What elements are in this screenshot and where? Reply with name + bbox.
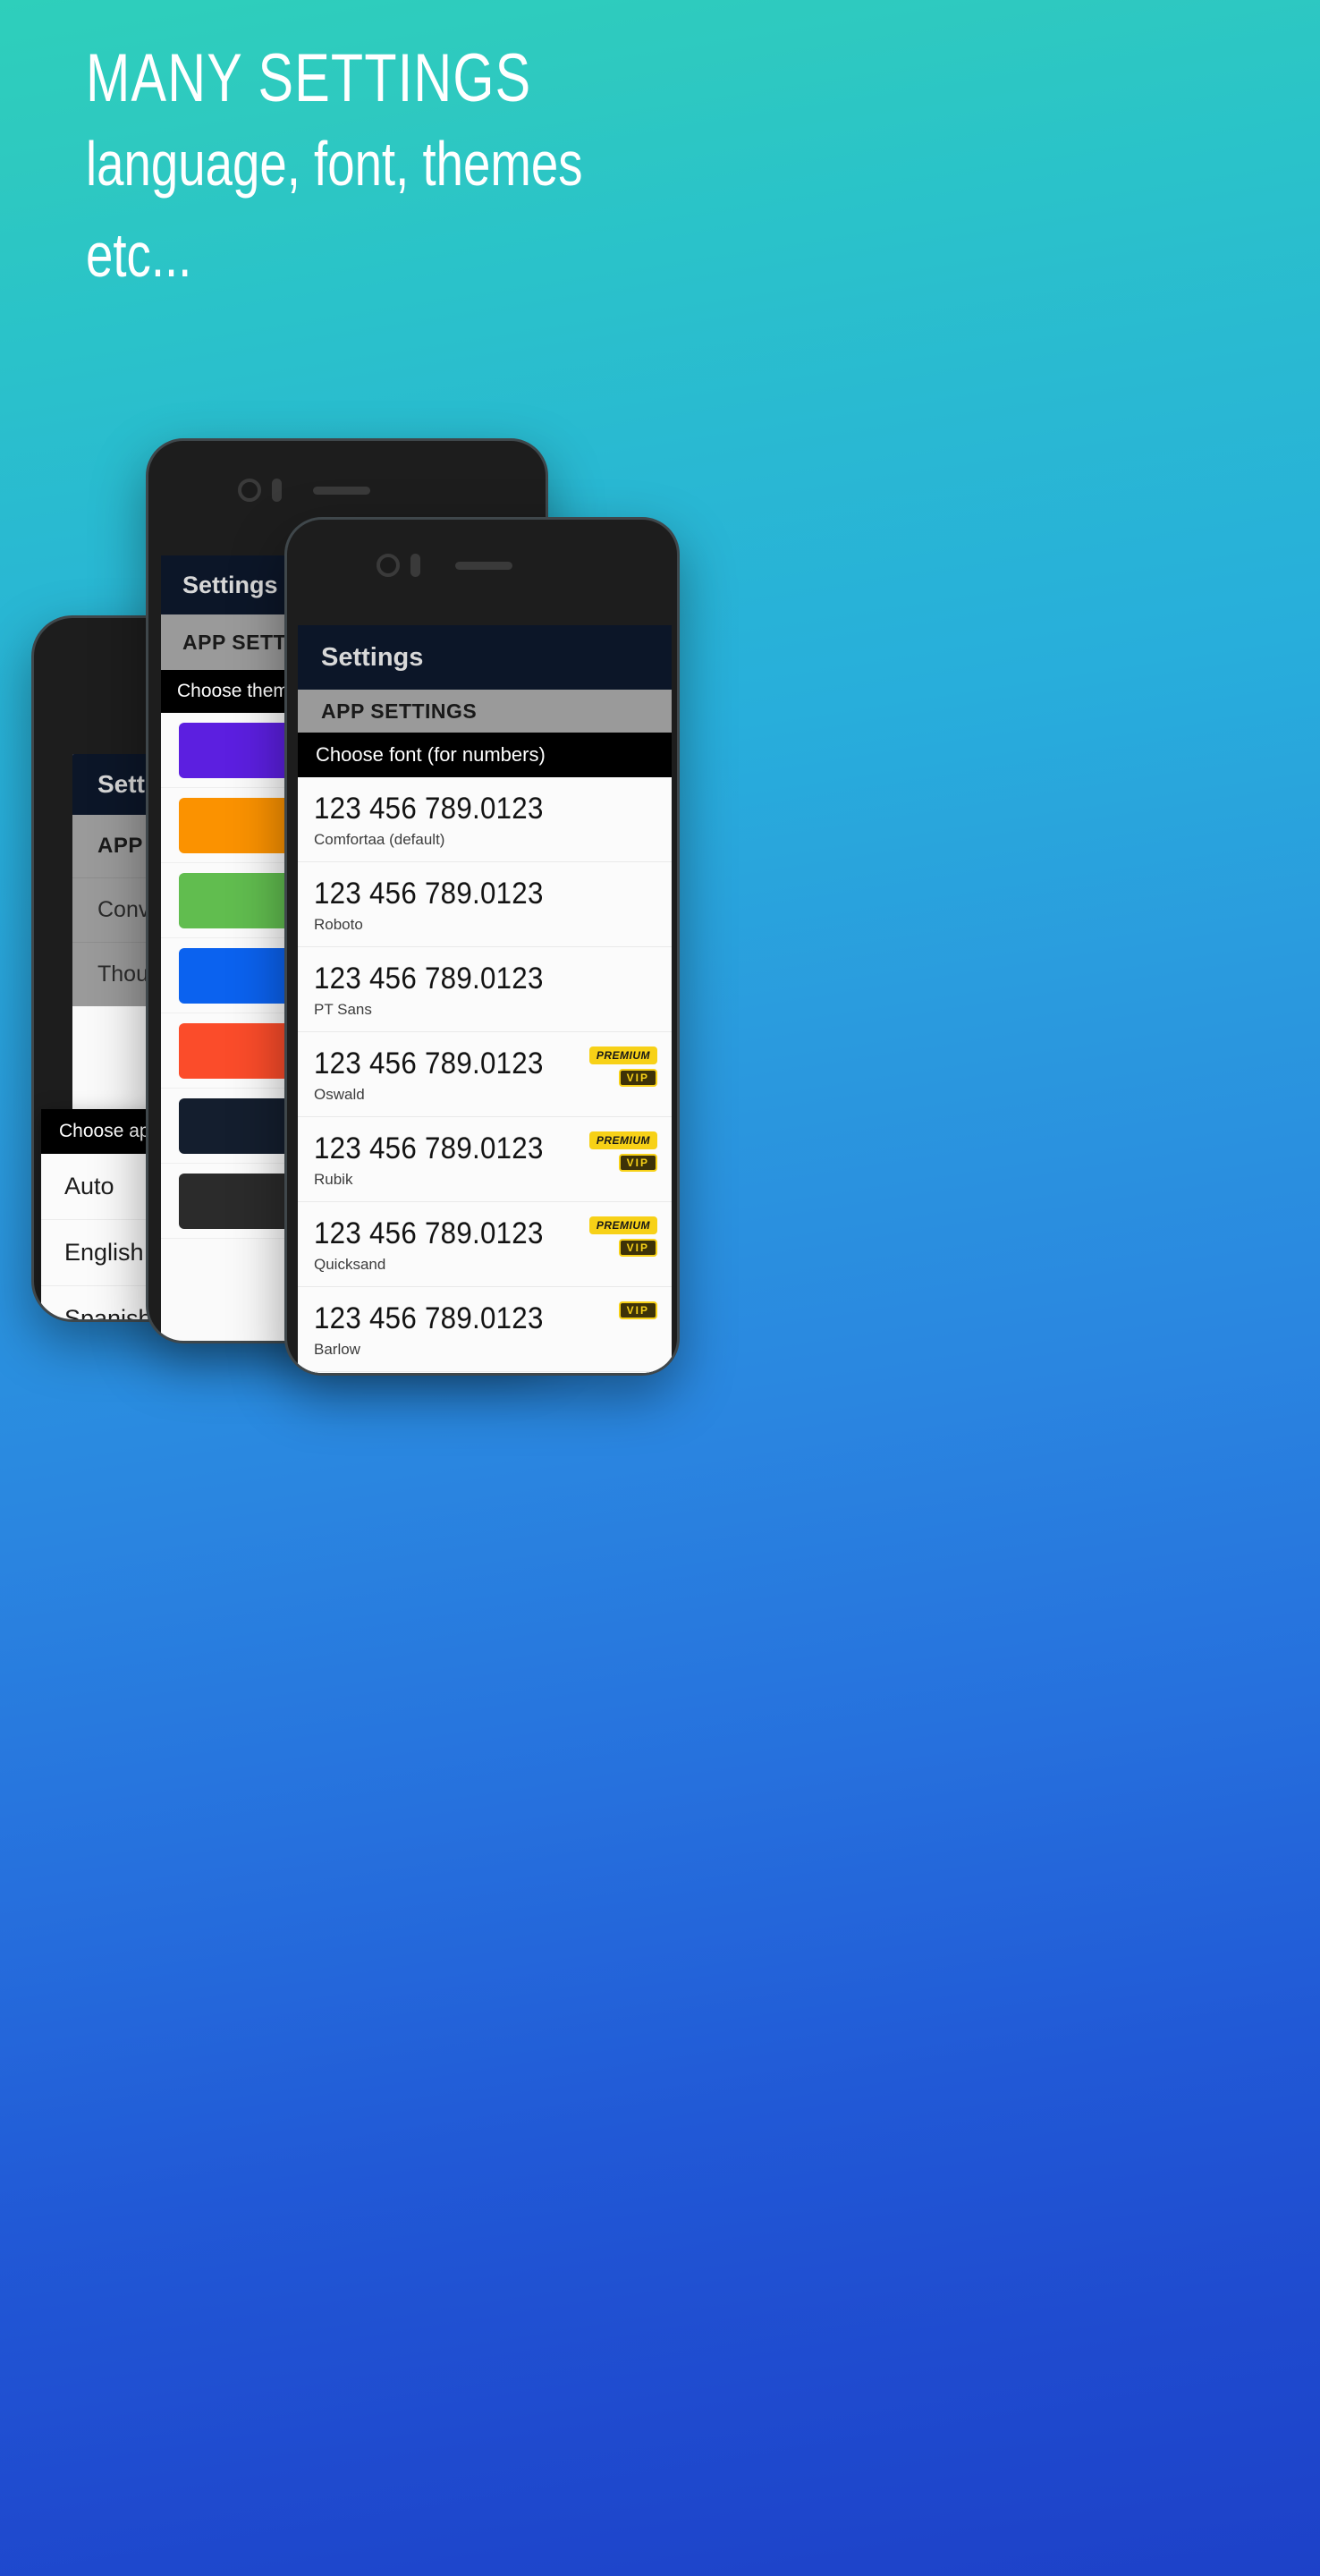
- font-name-label: Roboto: [314, 916, 363, 933]
- font-list-item[interactable]: 123 456 789.0123 Barlow VIP: [298, 1287, 672, 1372]
- premium-badge: PREMIUM: [588, 1046, 657, 1064]
- font-sample-numbers: 123 456 789.0123: [314, 877, 544, 911]
- premium-badge: PREMIUM: [588, 1131, 657, 1149]
- phone3-screen: Settings APP SETTINGS Choose font (for n…: [298, 625, 672, 1373]
- font-name-label: Barlow: [314, 1341, 360, 1358]
- proximity-sensor-icon: [272, 479, 282, 502]
- font-badges: VIP: [618, 1301, 657, 1319]
- vip-badge: VIP: [618, 1154, 657, 1172]
- choose-font-dialog-title: Choose font (for numbers): [298, 733, 672, 777]
- font-name-label: Oswald: [314, 1086, 365, 1103]
- vip-badge: VIP: [618, 1069, 657, 1087]
- headline-line-1: MANY SETTINGS: [86, 40, 532, 116]
- font-list-item[interactable]: 123 456 789.0123ArvoVIP: [298, 1372, 672, 1373]
- font-name-label: Quicksand: [314, 1256, 386, 1273]
- font-list-item[interactable]: 123 456 789.0123 PT Sans: [298, 947, 672, 1032]
- font-sample-numbers: 123 456 789.0123: [314, 1216, 544, 1250]
- promo-headline: MANY SETTINGS language, font, themes etc…: [86, 39, 1159, 301]
- font-name-label: Rubik: [314, 1171, 353, 1188]
- font-sample-numbers: 123 456 789.0123: [314, 792, 544, 826]
- font-sample-numbers: 123 456 789.0123: [314, 1301, 544, 1335]
- font-badges: PREMIUM VIP: [588, 1131, 657, 1172]
- phone2-appbar-title: Settings: [182, 571, 278, 598]
- front-camera-group: [377, 554, 420, 577]
- font-sample-numbers: 123 456 789.0123: [314, 1046, 544, 1080]
- font-list-item[interactable]: 123 456 789.0123 Roboto: [298, 862, 672, 947]
- font-badges: PREMIUM VIP: [588, 1216, 657, 1257]
- font-sample-numbers: 123 456 789.0123: [314, 962, 544, 996]
- vip-badge: VIP: [618, 1239, 657, 1257]
- font-list-item[interactable]: 123 456 789.0123 Rubik PREMIUM VIP: [298, 1117, 672, 1202]
- earpiece-speaker: [455, 562, 512, 570]
- headline-line-2: language, font, themes: [86, 129, 583, 199]
- vip-badge: VIP: [618, 1301, 657, 1319]
- font-list: 123 456 789.0123 Comfortaa (default) 123 4…: [298, 777, 672, 1373]
- earpiece-speaker: [313, 487, 370, 495]
- phone3-appbar: Settings: [298, 625, 672, 690]
- headline-line-3: etc...: [86, 220, 192, 290]
- front-camera-group: [238, 479, 282, 502]
- phone3-appbar-title: Settings: [321, 642, 424, 672]
- proximity-sensor-icon: [410, 554, 420, 577]
- font-list-item[interactable]: 123 456 789.0123 Oswald PREMIUM VIP: [298, 1032, 672, 1117]
- phone-mockup-font: Settings APP SETTINGS Choose font (for n…: [284, 517, 680, 1376]
- font-name-label: Comfortaa (default): [314, 831, 445, 848]
- camera-lens-icon: [238, 479, 261, 502]
- font-name-label: PT Sans: [314, 1001, 372, 1018]
- font-sample-numbers: 123 456 789.0123: [314, 1131, 544, 1165]
- font-list-item[interactable]: 123 456 789.0123 Quicksand PREMIUM VIP: [298, 1202, 672, 1287]
- premium-badge: PREMIUM: [588, 1216, 657, 1234]
- font-badges: PREMIUM VIP: [588, 1046, 657, 1087]
- phone3-section-header: APP SETTINGS: [298, 690, 672, 733]
- font-list-item[interactable]: 123 456 789.0123 Comfortaa (default): [298, 777, 672, 862]
- camera-lens-icon: [377, 554, 400, 577]
